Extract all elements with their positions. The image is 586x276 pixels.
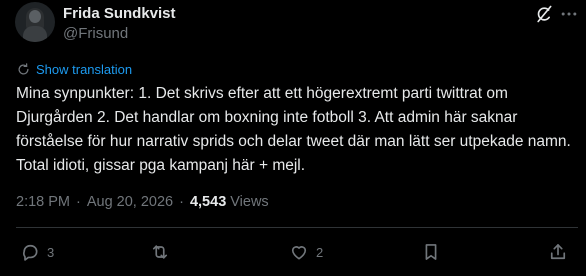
views-count: 4,543 [189, 194, 227, 210]
like-count: 2 [316, 244, 324, 260]
heart-icon [291, 246, 307, 260]
more-icon[interactable] [559, 4, 579, 24]
globe-icon [18, 62, 29, 74]
reply-icon [23, 244, 38, 261]
show-translation-link[interactable]: Show translation [16, 60, 132, 78]
author-name[interactable]: Frida Sundkvist [63, 5, 176, 22]
tweet-time[interactable]: 2:18 PM [16, 194, 70, 210]
retweet-button[interactable] [150, 240, 170, 264]
tweet-date[interactable]: Aug 20, 2026 [87, 194, 173, 210]
retweet-icon [152, 245, 168, 259]
meta-separator: · [179, 194, 184, 210]
tweet-text: Mina synpunkter: 1. Det skrivs efter att… [16, 85, 571, 174]
avatar[interactable] [15, 2, 55, 42]
views-label: Views [230, 194, 269, 210]
share-icon [550, 244, 566, 260]
bookmark-button[interactable] [421, 240, 441, 264]
reply-button[interactable]: 3 [20, 240, 54, 264]
share-button[interactable] [548, 240, 568, 264]
divider [16, 227, 578, 228]
like-button[interactable]: 2 [289, 240, 323, 264]
grok-icon[interactable] [534, 4, 554, 24]
reply-count: 3 [47, 244, 55, 260]
author-handle[interactable]: @Frisund [63, 25, 128, 42]
tweet-meta: 2:18 PM · Aug 20, 2026 · 4,543 Views [16, 192, 269, 212]
bookmark-icon [425, 244, 437, 260]
meta-separator: · [76, 194, 81, 210]
show-translation-label: Show translation [36, 61, 133, 77]
tweet: Frida Sundkvist @Frisund Show translatio… [0, 0, 586, 276]
